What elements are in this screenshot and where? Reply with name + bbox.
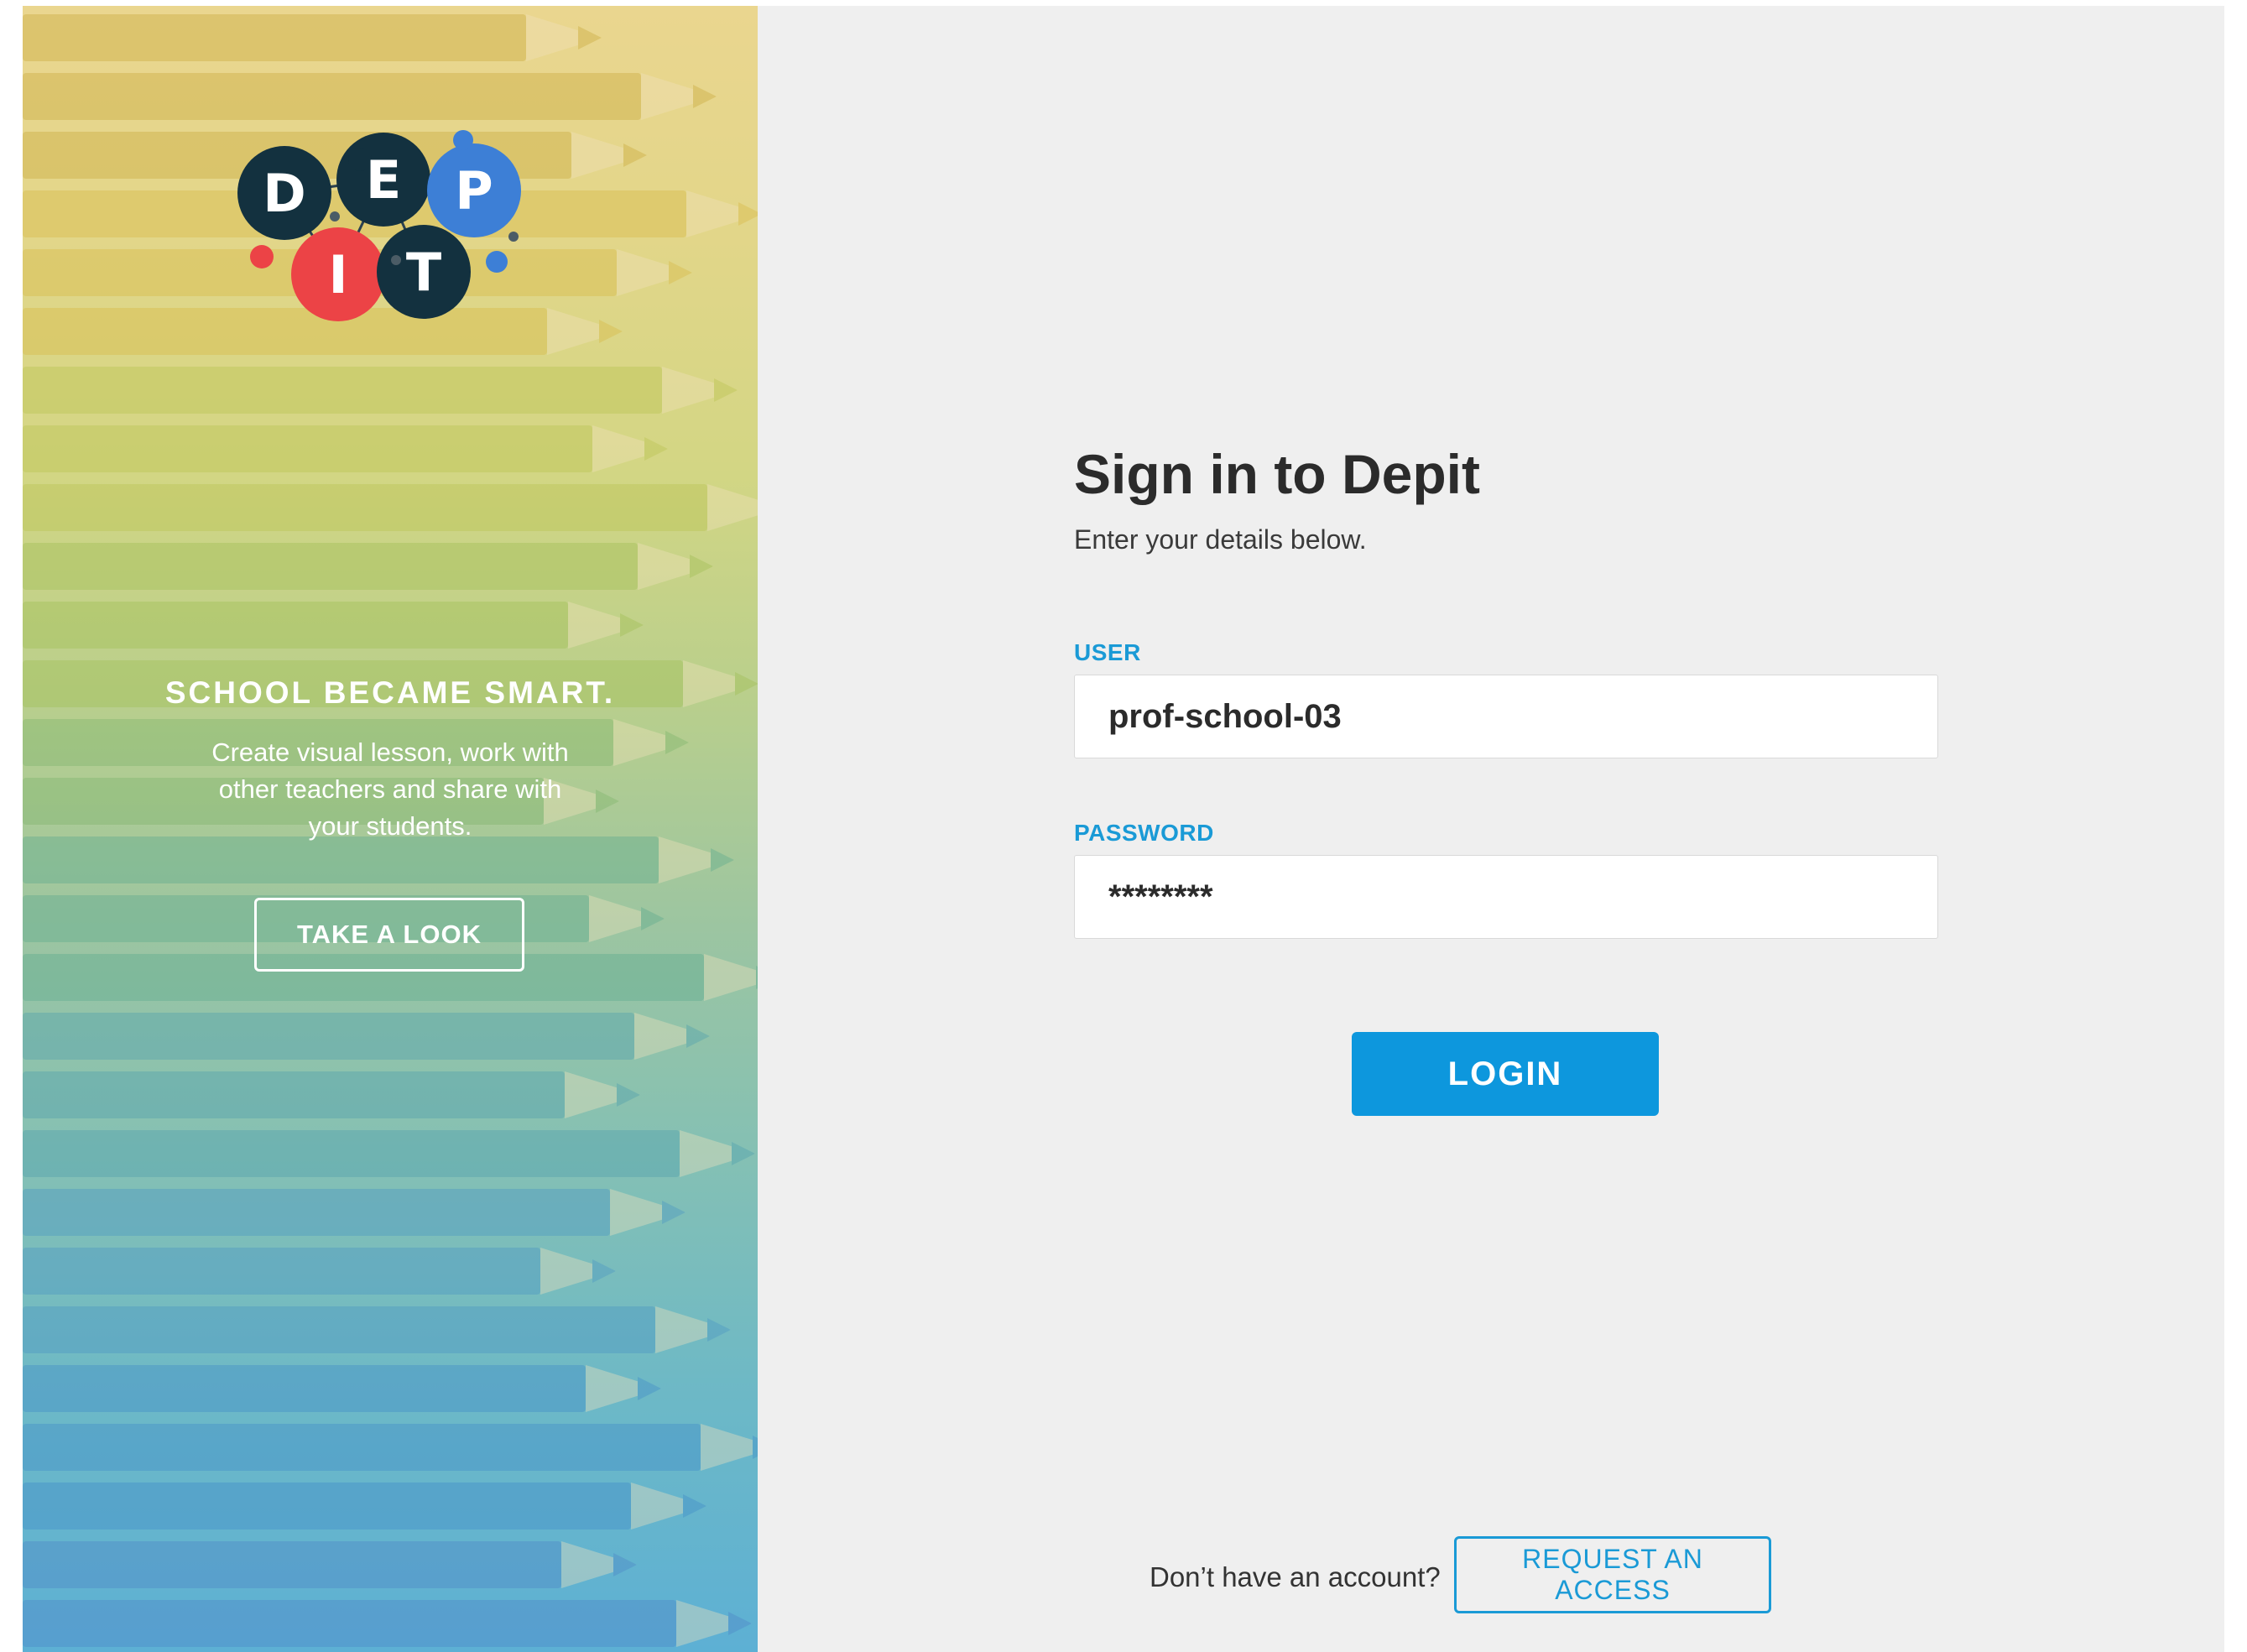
login-button[interactable]: LOGIN [1352, 1032, 1659, 1116]
pencil-lead [714, 378, 738, 402]
pencil-lead [738, 202, 758, 226]
pencil-body [23, 1541, 561, 1588]
pencil-lead [728, 1612, 752, 1635]
pencil-body [23, 1189, 610, 1236]
pencil-lead [620, 613, 644, 637]
depit-logo: D E P I T [237, 130, 521, 321]
request-access-button[interactable]: REQUEST AN ACCESS [1454, 1536, 1771, 1613]
pencil-lead [617, 1083, 640, 1107]
pencil-tip [707, 484, 758, 531]
logo-letter-d: D [263, 163, 305, 224]
logo-letter-t: T [406, 242, 441, 303]
logo-letter-e: E [366, 149, 401, 211]
pencil-body [23, 1483, 631, 1530]
hero-headline: SCHOOL BECAME SMART. [164, 675, 616, 710]
pencil-body [23, 367, 662, 414]
pencil-lead [665, 731, 689, 754]
pencil-lead [683, 1494, 706, 1518]
pencil-body [23, 602, 568, 649]
pencil-body [23, 1600, 676, 1647]
pencil-lead [686, 1024, 710, 1048]
hero-description: Create visual lesson, work with other te… [189, 734, 592, 845]
pencil-lead [613, 1553, 637, 1576]
pencil-lead [599, 320, 623, 343]
take-a-look-button[interactable]: TAKE A LOOK [254, 898, 524, 972]
pencil-tip [701, 1424, 758, 1471]
user-input[interactable] [1074, 675, 1938, 758]
no-account-prompt: Don’t have an account? [1150, 1561, 1441, 1592]
pencil-body [23, 14, 526, 61]
pencil-lead [753, 1436, 758, 1459]
hero-description-line: your students. [308, 811, 472, 841]
user-field-label: USER [1074, 639, 1141, 665]
pencil-lead [644, 437, 668, 461]
pencil-lead [693, 85, 717, 108]
pencil-body [23, 1424, 701, 1471]
hero-description-line: other teachers and share with [218, 774, 562, 804]
app-window: D E P I T SCHOOL BECAME SMART. Create vi… [23, 6, 2224, 1652]
pencil-body [23, 73, 641, 120]
logo-letter-p: P [455, 160, 493, 221]
pencil-body [23, 425, 592, 472]
pencil-lead [732, 1142, 755, 1165]
pencil-lead [638, 1377, 661, 1400]
password-input[interactable] [1074, 855, 1938, 939]
pencil-tip [704, 954, 758, 1001]
pencil-lead [690, 555, 713, 578]
pencil-lead [641, 907, 665, 930]
pencil-body [23, 1306, 655, 1353]
pencil-body [23, 543, 638, 590]
pencil-lead [662, 1201, 686, 1224]
page-subtitle: Enter your details below. [1074, 524, 1367, 555]
pencil-body [23, 1013, 634, 1060]
logo-letter-i: I [328, 244, 347, 305]
pencil-body [23, 484, 707, 531]
pencil-lead [623, 143, 647, 167]
pencil-lead [669, 261, 692, 284]
pencil-lead [578, 26, 602, 50]
pencil-lead [756, 966, 758, 989]
pencil-body [23, 1365, 586, 1412]
pencil-body [23, 1130, 680, 1177]
page-title: Sign in to Depit [1074, 443, 1480, 505]
password-field-label: PASSWORD [1074, 820, 1214, 846]
hero-panel: D E P I T SCHOOL BECAME SMART. Create vi… [23, 6, 758, 1652]
pencil-body [23, 1071, 565, 1118]
pencil-lead [596, 790, 619, 813]
pencil-body [23, 1248, 540, 1295]
pencil-lead [707, 1318, 731, 1342]
hero-description-line: Create visual lesson, work with [211, 737, 569, 767]
pencil-lead [592, 1259, 616, 1283]
pencil-lead [711, 848, 734, 872]
